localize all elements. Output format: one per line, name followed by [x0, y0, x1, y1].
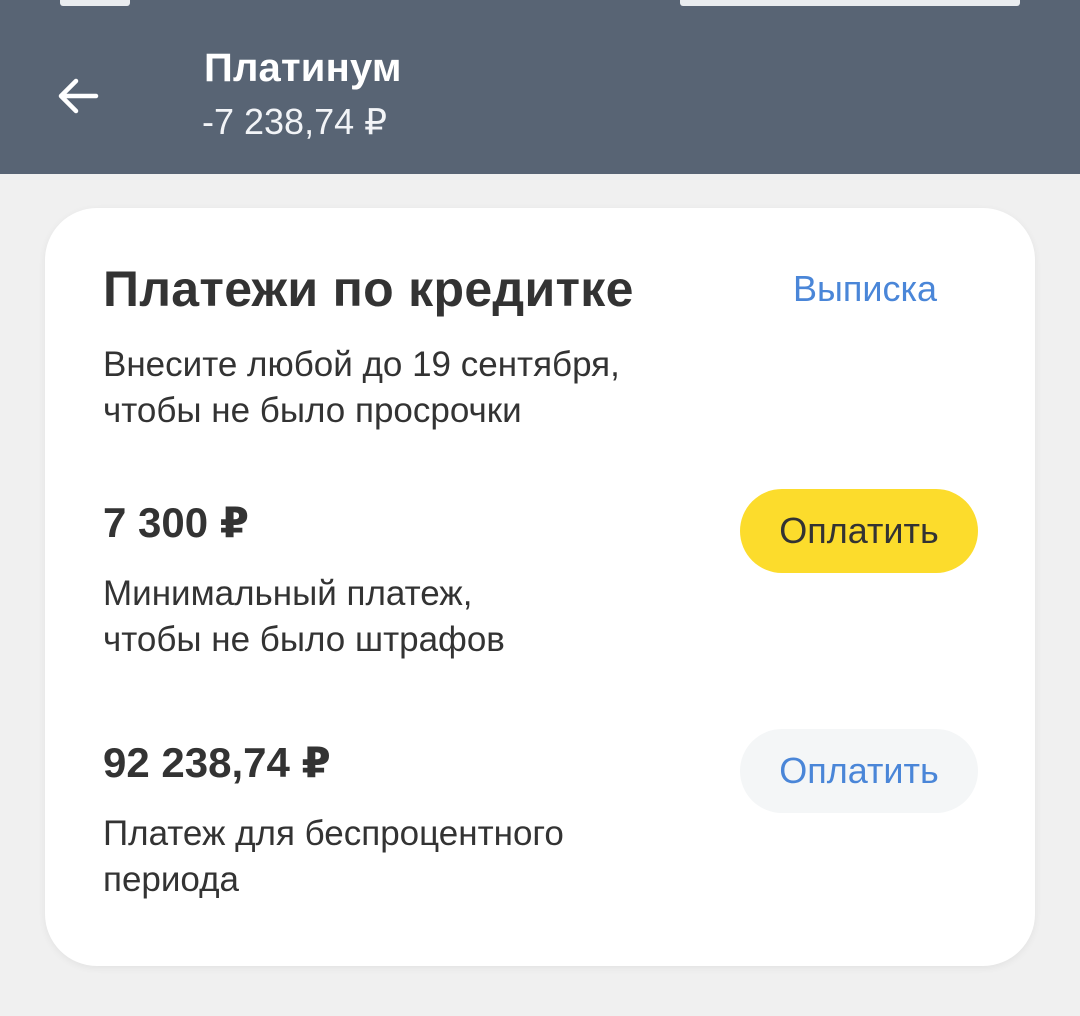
status-bar — [0, 0, 1080, 6]
statement-link[interactable]: Выписка — [793, 268, 937, 310]
pay-grace-period-button[interactable]: Оплатить — [740, 729, 978, 813]
minimum-payment-amount: 7 300 ₽ — [103, 499, 249, 546]
description-line: периода — [103, 860, 240, 899]
card-title: Платежи по кредитке — [103, 261, 634, 317]
status-icons-fragment — [680, 0, 1020, 6]
back-button[interactable] — [38, 56, 118, 136]
pay-minimum-button[interactable]: Оплатить — [740, 489, 978, 573]
minimum-payment-description: Минимальный платеж, чтобы не было штрафо… — [103, 571, 663, 663]
app-header: Платинум -7 238,74 ₽ — [0, 0, 1080, 174]
arrow-left-icon — [58, 78, 99, 114]
card-subtitle-line: Внесите любой до 19 сентября, — [103, 345, 620, 384]
grace-period-payment-amount: 92 238,74 ₽ — [103, 739, 331, 786]
account-title: Платинум — [204, 46, 402, 90]
credit-card-payments-card: Платежи по кредитке Выписка Внесите любо… — [45, 208, 1035, 966]
minimum-payment: 7 300 ₽ Минимальный платеж, чтобы не был… — [103, 498, 663, 663]
account-balance: -7 238,74 ₽ — [202, 101, 388, 142]
card-subtitle: Внесите любой до 19 сентября, чтобы не б… — [103, 342, 743, 434]
description-line: чтобы не было штрафов — [103, 620, 505, 659]
description-line: Платеж для беспроцентного — [103, 814, 564, 853]
status-time-fragment — [60, 0, 130, 6]
grace-period-payment-description: Платеж для беспроцентного периода — [103, 811, 663, 903]
description-line: Минимальный платеж, — [103, 574, 473, 613]
card-subtitle-line: чтобы не было просрочки — [103, 391, 522, 430]
grace-period-payment: 92 238,74 ₽ Платеж для беспроцентного пе… — [103, 738, 663, 903]
